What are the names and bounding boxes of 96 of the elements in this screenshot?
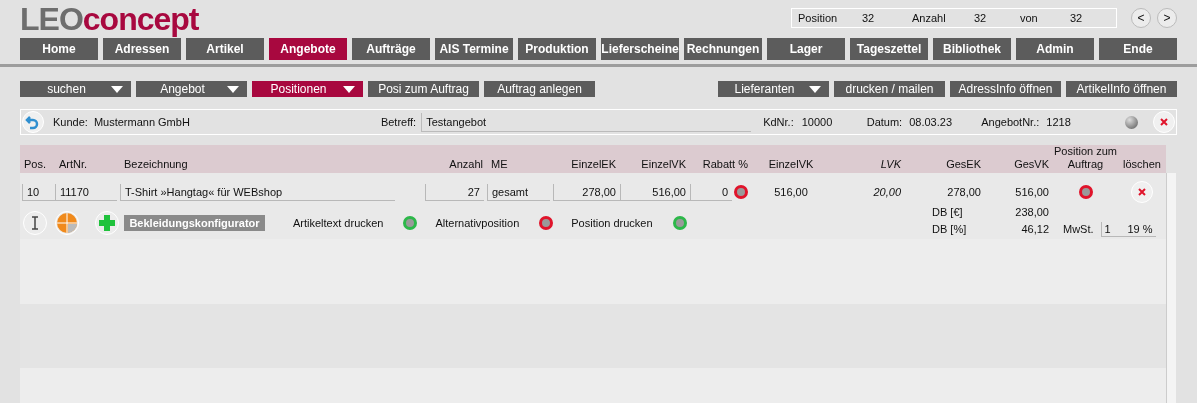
unit-cost-field[interactable]: 278,00 [553, 183, 620, 201]
column-header: ME [490, 158, 509, 171]
column-header: Position zum Auftrag [1053, 145, 1118, 171]
column-header: EinzelVK [640, 158, 687, 171]
column-header: Bezeichnung [123, 158, 189, 171]
nav-tab[interactable]: Lieferscheine [601, 38, 679, 60]
nav-tab[interactable]: Home [20, 38, 98, 60]
close-icon [1160, 118, 1168, 126]
offer-number-label: AngebotNr.: [981, 114, 1040, 130]
option-label: Position drucken [571, 215, 653, 231]
margin-value: 46,12 [1021, 222, 1049, 238]
margin-label: DB [%] [932, 222, 967, 238]
subject-field[interactable]: Testangebot [421, 112, 752, 132]
customer-number-label: KdNr.: [763, 114, 794, 130]
column-header: ArtNr. [58, 158, 89, 171]
description-field[interactable]: T-Shirt »Hangtag« für WEBshop [120, 183, 395, 201]
toolbar-button[interactable]: Auftrag anlegen [484, 81, 595, 97]
column-header: löschen [1122, 158, 1162, 171]
logo: LEOconcept [20, 2, 199, 36]
article-number-field[interactable]: 11170 [55, 183, 117, 201]
scrollbar[interactable] [1166, 173, 1176, 403]
position-field[interactable]: 10 [22, 183, 55, 201]
unit-price-field[interactable]: 516,00 [620, 183, 690, 201]
position-label: Position [798, 10, 839, 26]
customer-label: Kunde: [53, 114, 88, 130]
toolbar-button[interactable]: drucken / mailen [834, 81, 945, 97]
table-cell-text: 516,00 [773, 184, 809, 200]
dropdown-button[interactable]: suchen [20, 81, 131, 97]
status-indicator[interactable] [539, 216, 554, 230]
status-indicator[interactable] [672, 216, 687, 230]
margin-label: DB [€] [932, 205, 963, 221]
column-header: LVK [879, 158, 902, 171]
column-header: Anzahl [448, 158, 484, 171]
quantity-field[interactable]: 27 [425, 183, 484, 201]
caret-icon [227, 86, 239, 93]
dropdown-button[interactable]: Positionen [252, 81, 363, 97]
status-indicator[interactable] [1078, 185, 1093, 199]
unit-field[interactable]: gesamt [487, 183, 550, 201]
nav-tab[interactable]: Lager [767, 38, 845, 60]
toolbar-button[interactable]: ArtikelInfo öffnen [1066, 81, 1177, 97]
column-header: EinzelEK [570, 158, 617, 171]
nav-tab[interactable]: Produktion [518, 38, 596, 60]
column-header: Rabatt % [701, 158, 749, 171]
column-header: GesEK [945, 158, 982, 171]
column-header: Pos. [23, 158, 47, 171]
nav-tab[interactable]: AIS Termine [435, 38, 513, 60]
count-label: Anzahl [912, 10, 947, 26]
nav-tab[interactable]: Angebote [269, 38, 347, 60]
plus-icon[interactable] [95, 211, 119, 235]
vat-label: MwSt. [1063, 221, 1094, 237]
caret-icon [809, 86, 821, 93]
back-icon[interactable] [22, 111, 44, 133]
close-button[interactable] [1153, 111, 1175, 133]
dropdown-button[interactable]: Angebot [136, 81, 247, 97]
option-label: Artikeltext drucken [293, 215, 384, 231]
column-header: EinzelVK [767, 158, 815, 171]
dropdown-button[interactable]: Lieferanten [718, 81, 829, 97]
customer-value: Mustermann GmbH [93, 114, 191, 130]
table-cell-text: 516,00 [1014, 184, 1050, 200]
status-indicator[interactable] [734, 185, 748, 199]
option-label: Alternativposition [435, 215, 520, 231]
total-value: 32 [1070, 10, 1083, 26]
nav-tab[interactable]: Aufträge [352, 38, 430, 60]
offer-number-value: 1218 [1046, 114, 1071, 130]
nav-tab[interactable]: Admin [1016, 38, 1094, 60]
caret-icon [343, 86, 355, 93]
calculator-icon[interactable] [55, 211, 79, 235]
nav-tab[interactable]: Bibliothek [933, 38, 1011, 60]
column-header: GesVK [1013, 158, 1050, 171]
nav-tab[interactable]: Adressen [103, 38, 181, 60]
customer-number-value: 10000 [801, 114, 834, 130]
nav-tab[interactable]: Tageszettel [850, 38, 928, 60]
nav-tab[interactable]: Artikel [186, 38, 264, 60]
nav-tab[interactable]: Rechnungen [684, 38, 762, 60]
configurator-button[interactable]: Bekleidungskonfigurator [124, 215, 265, 231]
total-label: von [1020, 10, 1039, 26]
delete-button[interactable] [1131, 181, 1153, 203]
caret-icon [111, 86, 123, 93]
text-cursor-icon[interactable] [23, 211, 47, 235]
next-button[interactable]: > [1157, 8, 1177, 28]
table-cell-text: 278,00 [946, 184, 982, 200]
discount-field[interactable]: 0 [690, 183, 732, 201]
toolbar-button[interactable]: Posi zum Auftrag [368, 81, 479, 97]
nav-tab[interactable]: Ende [1099, 38, 1177, 60]
vat-field[interactable]: 1 19 % [1100, 222, 1156, 237]
subject-label: Betreff: [380, 114, 417, 130]
previous-button[interactable]: < [1131, 8, 1151, 28]
date-label: Datum: [866, 114, 903, 130]
status-indicator[interactable] [403, 216, 418, 230]
table-cell-text: 20,00 [872, 184, 902, 200]
date-value: 08.03.23 [909, 114, 953, 130]
toolbar-button[interactable]: AdressInfo öffnen [950, 81, 1061, 97]
position-value: 32 [862, 10, 876, 26]
close-icon [1138, 188, 1146, 196]
count-value: 32 [974, 10, 988, 26]
margin-value: 238,00 [1015, 205, 1049, 221]
